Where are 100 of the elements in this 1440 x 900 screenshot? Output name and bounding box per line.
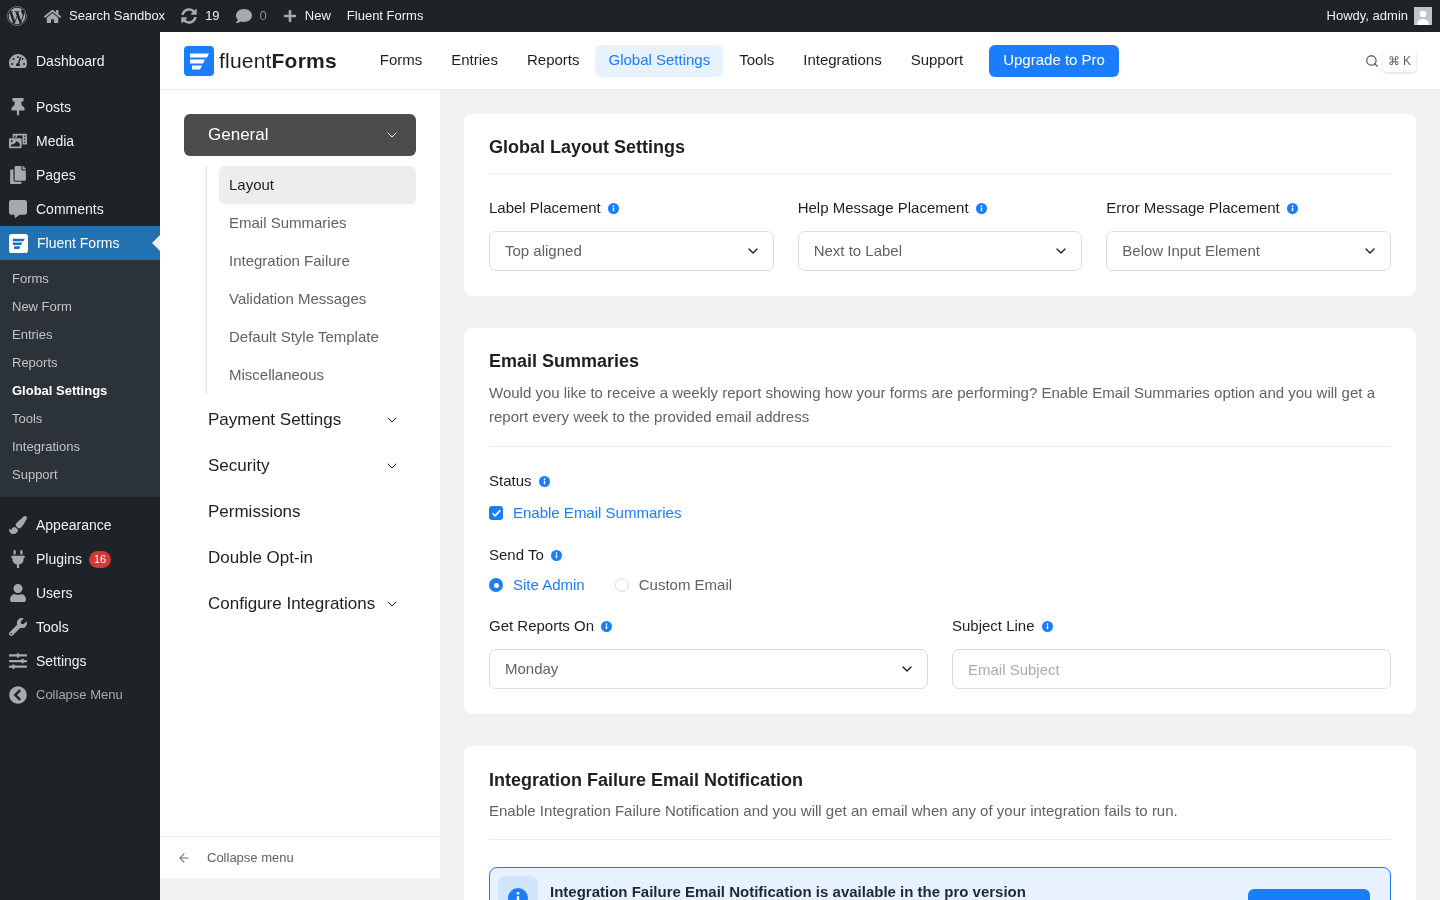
sliders-icon	[9, 652, 27, 670]
user-icon	[9, 584, 27, 602]
logo-icon	[9, 233, 28, 253]
settings-group-button[interactable]: Security	[184, 443, 416, 489]
field-label: Label Placement	[489, 198, 601, 218]
submenu-item[interactable]: Tools	[0, 405, 160, 433]
card-description: Enable Integration Failure Notification and you will get an email when any of your integration fails to run.	[489, 801, 1179, 821]
gauge-icon	[9, 52, 27, 70]
field-label: Error Message Placement	[1106, 198, 1280, 218]
info-icon	[1041, 620, 1053, 632]
search-icon[interactable]	[1364, 53, 1379, 68]
submenu-item[interactable]: Entries	[0, 321, 160, 349]
field-label: Send To	[489, 545, 544, 565]
sidebar-item[interactable]: Media	[0, 124, 160, 158]
settings-nav-item[interactable]: Default Style Template	[219, 318, 416, 356]
settings-nav-item[interactable]: Email Summaries	[219, 204, 416, 242]
sidebar-item[interactable]: Posts	[0, 90, 160, 124]
submenu-item[interactable]: Reports	[0, 349, 160, 377]
sidebar-item[interactable]: Pages	[0, 158, 160, 192]
account-link[interactable]: Howdy, admin	[1326, 0, 1440, 32]
plug-icon	[9, 550, 27, 568]
pages-icon	[9, 166, 27, 184]
new-link[interactable]: New	[274, 0, 339, 32]
info-icon	[550, 549, 562, 561]
info-icon	[601, 620, 613, 632]
refresh-icon	[181, 8, 198, 24]
sidebar-item[interactable]: Plugins 16	[0, 542, 160, 576]
comment-icon	[9, 200, 27, 218]
submenu-item[interactable]: Forms	[0, 265, 160, 293]
card-description: Would you like to receive a weekly report showing how your forms are performing? Enable Email Summaries option and you will get a report every week to the provided email address	[489, 383, 1376, 427]
collapse-menu-button[interactable]: Collapse menu	[160, 836, 440, 878]
settings-nav-item[interactable]: Layout	[219, 166, 416, 204]
radio-label[interactable]: Site Admin	[513, 573, 585, 597]
settings-group-button[interactable]: General	[184, 114, 416, 156]
settings-nav-link[interactable]: Permissions	[184, 489, 416, 535]
collapse-icon	[9, 686, 27, 704]
comment-icon	[235, 8, 252, 24]
sidebar-item[interactable]: Fluent Forms	[0, 226, 160, 260]
settings-group-button[interactable]: Payment Settings	[184, 397, 416, 443]
brush-icon	[9, 516, 27, 534]
settings-nav-link[interactable]: Double Opt-in	[184, 535, 416, 581]
logo-text: fluentForms	[219, 47, 337, 74]
settings-nav-item[interactable]: Miscellaneous	[219, 356, 416, 394]
shortcut-key[interactable]: ⌘ K	[1382, 49, 1416, 72]
pin-icon	[9, 98, 27, 116]
sidebar-item[interactable]: Appearance	[0, 508, 160, 542]
collapse-menu-button[interactable]: Collapse Menu	[0, 678, 160, 712]
field-label: Get Reports On	[489, 616, 595, 636]
sidebar-item[interactable]: Comments	[0, 192, 160, 226]
submenu-item[interactable]: New Form	[0, 293, 160, 321]
text-input[interactable]: Email Subject	[952, 649, 1391, 689]
settings-nav-item[interactable]: Validation Messages	[219, 280, 416, 318]
select-field[interactable]: Below Input Element	[1106, 231, 1391, 271]
submenu-item[interactable]: Global Settings	[0, 377, 160, 405]
settings-nav-item[interactable]: Integration Failure	[219, 242, 416, 280]
select-field[interactable]: Top aligned	[489, 231, 774, 271]
card-title: Email Summaries	[489, 350, 641, 373]
checkbox-label[interactable]: Enable Email Summaries	[513, 501, 682, 525]
wrench-icon	[9, 618, 27, 636]
notice-text: Integration Failure Email Notification is available in the pro version	[550, 884, 1026, 899]
field-label: Help Message Placement	[797, 198, 969, 218]
nav-tab[interactable]: Support	[897, 44, 977, 77]
sidebar-item[interactable]: Tools	[0, 610, 160, 644]
nav-tab[interactable]: Tools	[726, 44, 788, 77]
card-title: Global Layout Settings	[489, 136, 686, 159]
radio-button[interactable]	[614, 578, 629, 592]
submenu-item[interactable]: Support	[0, 461, 160, 489]
check-icon	[491, 509, 501, 517]
nav-tab[interactable]: Integrations	[790, 44, 895, 77]
select-field[interactable]: Next to Label	[797, 231, 1083, 271]
info-icon	[607, 202, 619, 214]
avatar-icon	[1414, 7, 1432, 25]
select-field[interactable]: Monday	[489, 649, 928, 689]
radio-button[interactable]	[489, 578, 503, 592]
plugin-link[interactable]: Fluent Forms	[338, 0, 432, 32]
sidebar-item[interactable]: Users	[0, 576, 160, 610]
sidebar-item[interactable]: Settings	[0, 644, 160, 678]
checkbox[interactable]	[489, 506, 503, 520]
sidebar-item[interactable]: Dashboard	[0, 44, 160, 78]
submenu-item[interactable]: Integrations	[0, 433, 160, 461]
info-icon	[538, 475, 550, 487]
nav-tab[interactable]: Forms	[366, 44, 436, 77]
media-icon	[9, 132, 27, 150]
site-link[interactable]: Search Sandbox	[36, 0, 174, 32]
field-label: Subject Line	[952, 616, 1035, 636]
count-badge: 16	[88, 550, 112, 568]
card-title: Integration Failure Email Notification	[489, 769, 805, 792]
info-icon	[1286, 202, 1298, 214]
upgrade-button[interactable]: Upgrade to Pro	[989, 44, 1119, 77]
settings-group-button[interactable]: Configure Integrations	[184, 581, 416, 627]
nav-tab[interactable]: Entries	[438, 44, 511, 77]
logo-icon	[184, 45, 214, 76]
nav-tab[interactable]: Reports	[513, 44, 593, 77]
logo-icon	[7, 6, 27, 26]
comments-link[interactable]: 0	[227, 0, 275, 32]
field-label: Status	[489, 471, 532, 491]
home-icon	[44, 7, 61, 25]
updates-link[interactable]: 19	[173, 0, 228, 32]
radio-label[interactable]: Custom Email	[638, 573, 733, 597]
info-icon	[975, 202, 987, 214]
